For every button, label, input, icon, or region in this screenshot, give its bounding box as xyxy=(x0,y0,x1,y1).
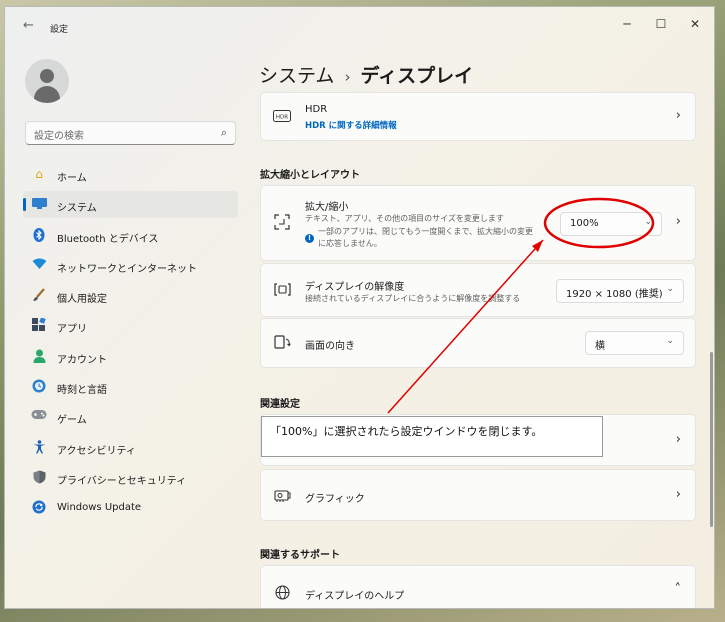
search-input[interactable]: 設定の検索 ⌕ xyxy=(25,121,236,145)
sidebar-item-gaming[interactable]: ゲーム xyxy=(23,403,238,430)
related-settings-heading: 関連設定 xyxy=(260,399,300,410)
chevron-up-icon[interactable]: ˄ xyxy=(675,582,682,597)
sidebar-item-network[interactable]: ネットワークとインターネット xyxy=(23,252,238,279)
orientation-dropdown[interactable]: 横 ⌄ xyxy=(585,331,684,355)
graphics-icon xyxy=(273,489,291,506)
info-icon: ! xyxy=(305,234,314,243)
hdr-icon-text: HDR xyxy=(276,114,288,120)
sidebar-item-label: ゲーム xyxy=(57,415,87,427)
orientation-value: 横 xyxy=(595,341,605,352)
resolution-dropdown[interactable]: 1920 × 1080 (推奨) ⌄ xyxy=(556,279,684,303)
account-icon xyxy=(31,349,47,364)
chevron-right-icon: › xyxy=(675,432,681,447)
page-title: ディスプレイ xyxy=(360,65,474,87)
sidebar-item-personalization[interactable]: 個人用設定 xyxy=(23,282,238,309)
title-bar: ← 設定 ─ ☐ ✕ xyxy=(5,7,714,41)
orientation-icon xyxy=(273,335,291,353)
scale-note-line2: に応答しません。 xyxy=(318,239,382,248)
avatar[interactable] xyxy=(25,59,69,103)
orientation-card[interactable]: 画面の向き 横 ⌄ xyxy=(260,318,696,368)
sidebar-item-home[interactable]: ⌂ ホーム xyxy=(23,161,238,188)
sidebar-item-label: アクセシビリティ xyxy=(57,445,136,457)
related-support-heading: 関連するサポート xyxy=(260,550,340,561)
sidebar-item-windows-update[interactable]: Windows Update xyxy=(23,494,238,521)
minimize-button[interactable]: ─ xyxy=(617,16,637,32)
update-icon xyxy=(31,500,47,515)
hdr-icon: HDR xyxy=(273,110,291,126)
settings-window: ← 設定 ─ ☐ ✕ 設定の検索 ⌕ ⌂ ホーム システム Bluetooth … xyxy=(4,6,715,609)
breadcrumb-separator: › xyxy=(344,68,351,86)
graphics-card[interactable]: グラフィック › xyxy=(260,469,696,521)
chevron-right-icon: › xyxy=(675,108,681,123)
scale-note-line1: 一部のアプリは、閉じてもう一度開くまで、拡大縮小の変更 xyxy=(318,227,534,236)
sidebar-item-label: プライバシーとセキュリティ xyxy=(57,475,187,487)
sidebar-item-label: Windows Update xyxy=(57,502,142,514)
sidebar-item-label: アカウント xyxy=(57,354,107,366)
sidebar-item-label: 個人用設定 xyxy=(57,294,107,306)
display-help-title: ディスプレイのヘルプ xyxy=(305,591,405,602)
search-placeholder: 設定の検索 xyxy=(34,131,84,142)
home-icon: ⌂ xyxy=(35,167,43,181)
sidebar-item-label: ホーム xyxy=(57,173,87,184)
sidebar-item-bluetooth[interactable]: Bluetooth とデバイス xyxy=(23,222,238,249)
scale-title: 拡大/縮小 xyxy=(305,202,349,213)
maximize-button[interactable]: ☐ xyxy=(651,16,671,32)
scale-dropdown[interactable]: 100% ⌄ xyxy=(560,212,662,236)
clock-icon xyxy=(31,379,47,394)
close-button[interactable]: ✕ xyxy=(685,16,705,32)
search-icon[interactable]: ⌕ xyxy=(221,126,227,140)
accessibility-icon xyxy=(31,439,47,455)
resolution-value: 1920 × 1080 (推奨) xyxy=(566,289,663,300)
bluetooth-icon xyxy=(31,227,47,243)
sidebar-item-accessibility[interactable]: アクセシビリティ xyxy=(23,434,238,461)
chevron-down-icon: ⌄ xyxy=(666,284,674,294)
globe-icon xyxy=(273,585,291,604)
app-title: 設定 xyxy=(50,25,69,35)
breadcrumb: システム › ディスプレイ xyxy=(259,61,473,88)
resolution-description: 接続されているディスプレイに合うように解像度を調整する xyxy=(305,294,521,303)
resolution-card[interactable]: ディスプレイの解像度 接続されているディスプレイに合うように解像度を調整する 1… xyxy=(260,263,696,317)
scrollbar[interactable] xyxy=(710,352,713,527)
chevron-right-icon[interactable]: › xyxy=(676,214,681,229)
scale-description: テキスト、アプリ、その他の項目のサイズを変更します xyxy=(305,214,504,223)
sidebar-item-system[interactable]: システム xyxy=(23,191,238,219)
sidebar-nav: ⌂ ホーム システム Bluetooth とデバイス ネットワークとインターネッ… xyxy=(23,161,238,525)
sidebar-item-label: システム xyxy=(57,203,97,215)
apps-icon xyxy=(31,317,47,333)
sidebar-item-label: ネットワークとインターネット xyxy=(57,263,197,275)
scale-resize-icon xyxy=(273,214,291,234)
hdr-info-link[interactable]: HDR に関する詳細情報 xyxy=(305,119,397,131)
avatar-head-icon xyxy=(40,69,54,83)
shield-icon xyxy=(31,470,47,485)
back-arrow-icon[interactable]: ← xyxy=(23,18,34,33)
avatar-body-icon xyxy=(34,86,60,103)
sidebar-item-apps[interactable]: アプリ xyxy=(23,312,238,339)
breadcrumb-parent[interactable]: システム xyxy=(259,65,334,87)
resolution-title: ディスプレイの解像度 xyxy=(305,282,405,293)
sidebar-item-label: Bluetooth とデバイス xyxy=(57,233,159,245)
chevron-down-icon: ⌄ xyxy=(666,336,674,346)
graphics-title: グラフィック xyxy=(305,494,365,505)
sidebar-item-label: 時刻と言語 xyxy=(57,385,107,397)
display-help-card[interactable]: ディスプレイのヘルプ ˄ xyxy=(260,565,696,608)
orientation-title: 画面の向き xyxy=(305,341,355,352)
sidebar-item-time-language[interactable]: 時刻と言語 xyxy=(23,373,238,400)
network-icon xyxy=(31,258,47,273)
chevron-right-icon: › xyxy=(675,487,681,502)
sidebar-item-privacy[interactable]: プライバシーとセキュリティ xyxy=(23,464,238,491)
scale-layout-heading: 拡大縮小とレイアウト xyxy=(260,170,360,181)
brush-icon xyxy=(31,288,47,303)
chevron-down-icon: ⌄ xyxy=(644,217,652,227)
gamepad-icon xyxy=(31,409,47,424)
annotation-callout: 「100%」に選択されたら設定ウインドウを閉じます。 xyxy=(261,416,603,457)
hdr-card[interactable]: HDR HDR HDR に関する詳細情報 › xyxy=(260,92,696,141)
scale-card[interactable]: 拡大/縮小 テキスト、アプリ、その他の項目のサイズを変更します ! 一部のアプリ… xyxy=(260,185,696,261)
sidebar-item-label: アプリ xyxy=(57,324,87,336)
sidebar-item-accounts[interactable]: アカウント xyxy=(23,343,238,370)
resolution-icon xyxy=(273,283,291,300)
system-icon xyxy=(31,197,47,212)
hdr-title: HDR xyxy=(305,104,328,115)
scale-value: 100% xyxy=(570,218,599,229)
